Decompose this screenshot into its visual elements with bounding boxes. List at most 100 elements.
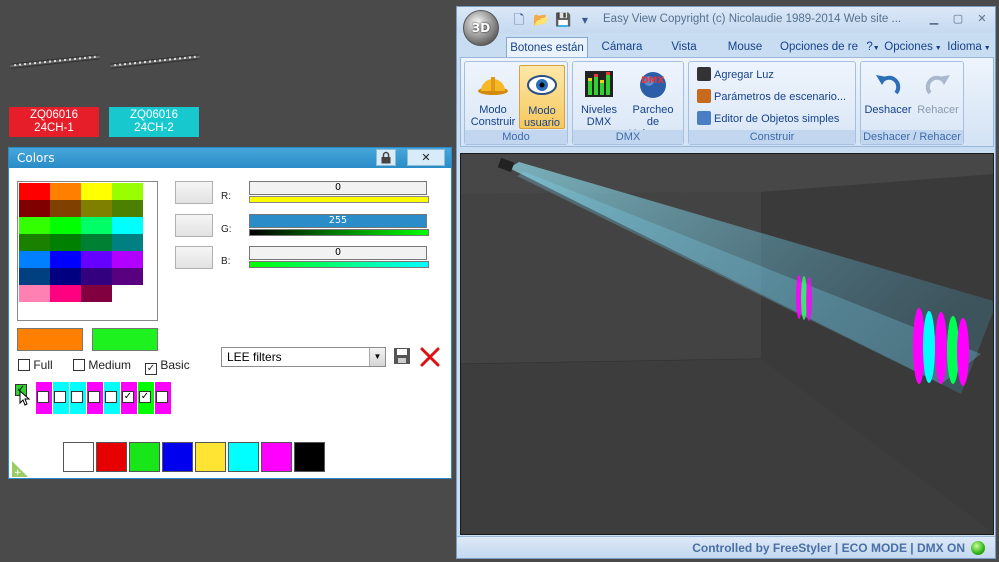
palette-swatch[interactable] (81, 234, 112, 251)
channel-cell[interactable] (53, 382, 69, 414)
select-all-toggle[interactable]: ✓ (15, 384, 31, 410)
modo-usuario-button[interactable]: Modo usuario (519, 65, 565, 129)
channel-cell[interactable] (155, 382, 171, 414)
palette-swatch[interactable] (112, 234, 143, 251)
chevron-down-icon[interactable]: ▼ (369, 348, 385, 366)
g-value-field[interactable]: 255 (249, 214, 427, 228)
r-value-field[interactable]: 0 (249, 181, 427, 195)
tab-botones[interactable]: Botones están (506, 37, 588, 57)
channel-cell[interactable] (87, 382, 103, 414)
palette-swatch[interactable] (81, 217, 112, 234)
b-value-field[interactable]: 0 (249, 246, 427, 260)
b-slider[interactable] (249, 261, 429, 268)
medium-option[interactable]: Medium (73, 358, 131, 372)
b-color-button[interactable] (175, 246, 213, 269)
qat-dropdown-icon[interactable]: ▼ (577, 13, 593, 29)
fixture-tag-2[interactable]: ZQ06016 24CH-2 (109, 107, 199, 137)
tab-opciones-de-render[interactable]: Opciones de re (779, 37, 859, 57)
palette-swatch[interactable] (50, 217, 81, 234)
g-slider[interactable] (249, 229, 429, 236)
palette-swatch[interactable] (50, 183, 81, 200)
palette-swatch[interactable] (81, 268, 112, 285)
palette-swatch[interactable] (112, 285, 143, 302)
palette-swatch[interactable] (50, 268, 81, 285)
minimize-button[interactable]: ▁ (925, 12, 943, 26)
basic-color-swatch[interactable] (228, 442, 259, 472)
palette-swatch[interactable] (19, 200, 50, 217)
r-color-button[interactable] (175, 181, 213, 204)
palette-swatch[interactable] (19, 234, 50, 251)
palette-swatch[interactable] (81, 285, 112, 302)
fixture-icon-1[interactable] (9, 54, 102, 69)
close-button[interactable]: ✕ (407, 149, 445, 166)
channel-checkbox[interactable] (54, 391, 66, 403)
palette-swatch[interactable] (112, 217, 143, 234)
undo-button[interactable]: Deshacer (863, 65, 913, 129)
channel-checkbox[interactable] (88, 391, 100, 403)
tab-vista[interactable]: Vista (659, 37, 709, 57)
parametros-escenario-button[interactable]: Parámetros de escenario... (697, 89, 846, 107)
options-menu[interactable]: Opciones ▼ (883, 37, 943, 57)
palette-swatch[interactable] (50, 234, 81, 251)
new-document-icon[interactable]: 🗋 (511, 13, 527, 29)
palette-swatch[interactable] (112, 251, 143, 268)
parcheo-universos-button[interactable]: DMX Parcheo de Universos (625, 65, 681, 140)
secondary-color-swatch[interactable] (92, 328, 158, 351)
lock-button[interactable] (376, 149, 396, 166)
basic-color-swatch[interactable] (195, 442, 226, 472)
palette-swatch[interactable] (50, 251, 81, 268)
app-orb-button[interactable]: 3D (463, 10, 499, 46)
filter-select[interactable]: LEE filters ▼ (221, 347, 386, 367)
maximize-button[interactable]: ▢ (949, 12, 967, 26)
palette-swatch[interactable] (50, 285, 81, 302)
basic-color-swatch[interactable] (96, 442, 127, 472)
basic-option[interactable]: ✓ Basic (145, 358, 190, 375)
tab-camara[interactable]: Cámara (597, 37, 647, 57)
g-color-button[interactable] (175, 214, 213, 237)
editor-objetos-button[interactable]: Editor de Objetos simples (697, 111, 839, 129)
channel-checkbox[interactable] (71, 391, 83, 403)
palette-swatch[interactable] (112, 268, 143, 285)
channel-checkbox[interactable] (37, 391, 49, 403)
resize-handle[interactable]: + (10, 459, 30, 479)
niveles-dmx-button[interactable]: Niveles DMX (576, 65, 622, 129)
channel-cell[interactable] (70, 382, 86, 414)
palette-swatch[interactable] (19, 217, 50, 234)
fixture-tag-1[interactable]: ZQ06016 24CH-1 (9, 107, 99, 137)
channel-cell[interactable]: ✓ (138, 382, 154, 414)
primary-color-swatch[interactable] (17, 328, 83, 351)
palette-swatch[interactable] (81, 251, 112, 268)
palette-swatch[interactable] (112, 183, 143, 200)
palette-swatch[interactable] (81, 183, 112, 200)
channel-cell[interactable]: ✓ (121, 382, 137, 414)
agregar-luz-button[interactable]: Agregar Luz (697, 67, 774, 85)
open-folder-icon[interactable]: 📂 (533, 13, 549, 29)
language-menu[interactable]: Idioma ▼ (945, 37, 993, 57)
channel-cell[interactable] (36, 382, 52, 414)
delete-button[interactable] (419, 346, 441, 368)
channel-checkbox[interactable] (105, 391, 117, 403)
palette-swatch[interactable] (19, 285, 50, 302)
palette-swatch[interactable] (19, 183, 50, 200)
basic-checkbox[interactable]: ✓ (145, 363, 157, 375)
r-slider[interactable] (249, 196, 429, 203)
palette-swatch[interactable] (112, 200, 143, 217)
full-checkbox[interactable] (18, 359, 30, 371)
palette-swatch[interactable] (19, 268, 50, 285)
basic-color-swatch[interactable] (261, 442, 292, 472)
palette-swatch[interactable] (19, 251, 50, 268)
fixture-icon-2[interactable] (109, 54, 202, 69)
modo-construir-button[interactable]: Modo Construir (470, 65, 516, 129)
redo-button[interactable]: Rehacer (913, 65, 963, 129)
full-option[interactable]: Full (18, 358, 53, 372)
channel-checkbox[interactable]: ✓ (122, 391, 134, 403)
palette-swatch[interactable] (81, 200, 112, 217)
basic-color-swatch[interactable] (129, 442, 160, 472)
palette-swatch[interactable] (50, 200, 81, 217)
colors-title-bar[interactable]: Colors ✕ (9, 148, 451, 168)
3d-viewport[interactable] (460, 153, 994, 535)
channel-cell[interactable] (104, 382, 120, 414)
save-button[interactable] (393, 347, 411, 365)
medium-checkbox[interactable] (73, 359, 85, 371)
basic-color-swatch[interactable] (162, 442, 193, 472)
